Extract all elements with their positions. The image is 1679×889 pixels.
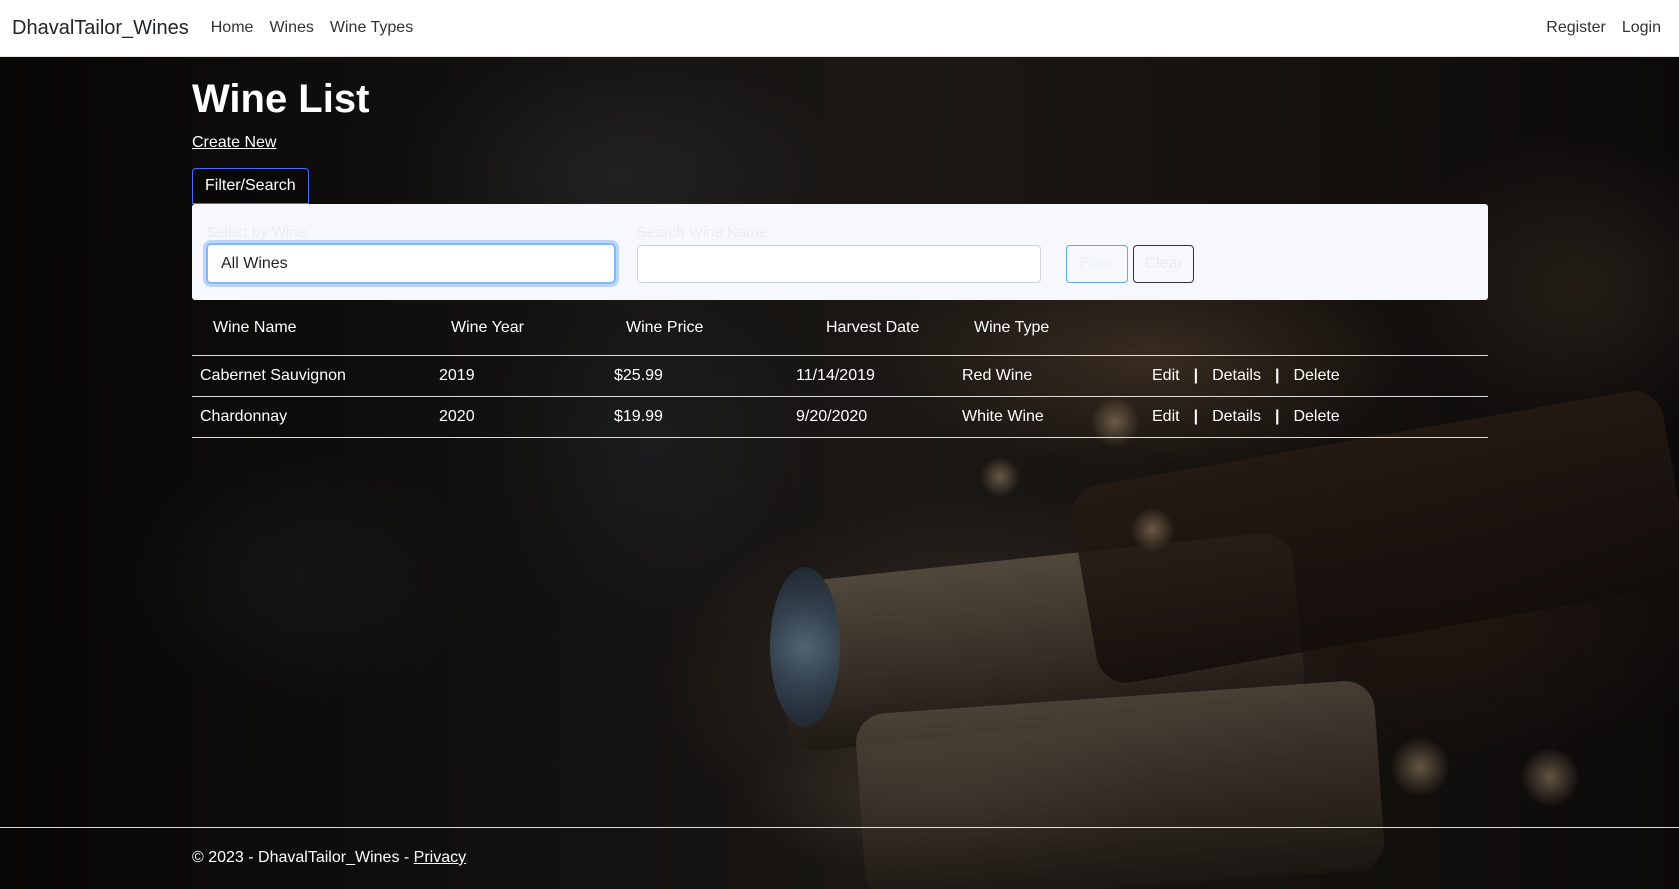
cell-wine-type: Red Wine: [962, 355, 1152, 397]
table-row: Chardonnay 2020 $19.99 9/20/2020 White W…: [192, 396, 1488, 438]
header-harvest-date[interactable]: Harvest Date: [796, 300, 962, 356]
delete-link[interactable]: Delete: [1293, 408, 1339, 425]
filter-button[interactable]: Filter: [1066, 245, 1128, 283]
create-new-link[interactable]: Create New: [192, 134, 276, 152]
privacy-link[interactable]: Privacy: [414, 849, 466, 866]
footer-text-block: © 2023 - DhavalTailor_Wines - Privacy: [192, 849, 466, 867]
edit-link[interactable]: Edit: [1152, 408, 1180, 425]
edit-link[interactable]: Edit: [1152, 367, 1180, 384]
footer: © 2023 - DhavalTailor_Wines - Privacy: [0, 827, 1679, 889]
cell-wine-price: $25.99: [614, 355, 796, 397]
main-content: Wine List Create New Filter/Search Selec…: [192, 57, 1488, 438]
header-wine-type[interactable]: Wine Type: [962, 300, 1152, 356]
nav-wines[interactable]: Wines: [269, 19, 313, 37]
cell-wine-name: Chardonnay: [192, 396, 439, 438]
cell-wine-name: Cabernet Sauvignon: [192, 355, 439, 397]
filter-search-toggle[interactable]: Filter/Search: [192, 168, 309, 204]
cell-wine-year: 2020: [439, 396, 614, 438]
cell-wine-year: 2019: [439, 355, 614, 397]
search-wine-input[interactable]: [637, 245, 1041, 283]
action-separator: |: [1274, 407, 1280, 425]
details-link[interactable]: Details: [1212, 367, 1261, 384]
table-header-row: Wine Name Wine Year Wine Price Harvest D…: [192, 300, 1488, 356]
search-wine-label: Search Wine Name: [637, 224, 768, 241]
action-separator: |: [1274, 366, 1280, 384]
filter-panel: Select by Wine All Wines Search Wine Nam…: [192, 204, 1488, 300]
cell-wine-type: White Wine: [962, 396, 1152, 438]
delete-link[interactable]: Delete: [1293, 367, 1339, 384]
nav-wine-types[interactable]: Wine Types: [330, 19, 413, 37]
cell-actions: Edit | Details | Delete: [1152, 396, 1488, 438]
select-wine-label: Select by Wine: [206, 224, 307, 241]
nav-register[interactable]: Register: [1546, 19, 1606, 37]
nav-login[interactable]: Login: [1622, 19, 1661, 37]
action-separator: |: [1193, 366, 1199, 384]
header-wine-name[interactable]: Wine Name: [192, 300, 439, 356]
nav-right: Register Login: [1538, 19, 1669, 37]
details-link[interactable]: Details: [1212, 408, 1261, 425]
cell-wine-price: $19.99: [614, 396, 796, 438]
brand-link[interactable]: DhavalTailor_Wines: [12, 17, 189, 40]
copyright-text: © 2023 - DhavalTailor_Wines -: [192, 849, 414, 866]
header-actions: [1152, 300, 1488, 356]
wine-table: Wine Name Wine Year Wine Price Harvest D…: [192, 300, 1488, 438]
clear-button[interactable]: Clear: [1133, 245, 1194, 283]
header-wine-year[interactable]: Wine Year: [439, 300, 614, 356]
nav-home[interactable]: Home: [211, 19, 254, 37]
cell-harvest-date: 9/20/2020: [796, 396, 962, 438]
action-separator: |: [1193, 407, 1199, 425]
table-row: Cabernet Sauvignon 2019 $25.99 11/14/201…: [192, 355, 1488, 397]
wine-select[interactable]: All Wines: [206, 243, 616, 284]
navbar: DhavalTailor_Wines Home Wines Wine Types…: [0, 0, 1679, 57]
cell-harvest-date: 11/14/2019: [796, 355, 962, 397]
cell-actions: Edit | Details | Delete: [1152, 355, 1488, 397]
header-wine-price[interactable]: Wine Price: [614, 300, 796, 356]
page-title: Wine List: [192, 77, 370, 121]
